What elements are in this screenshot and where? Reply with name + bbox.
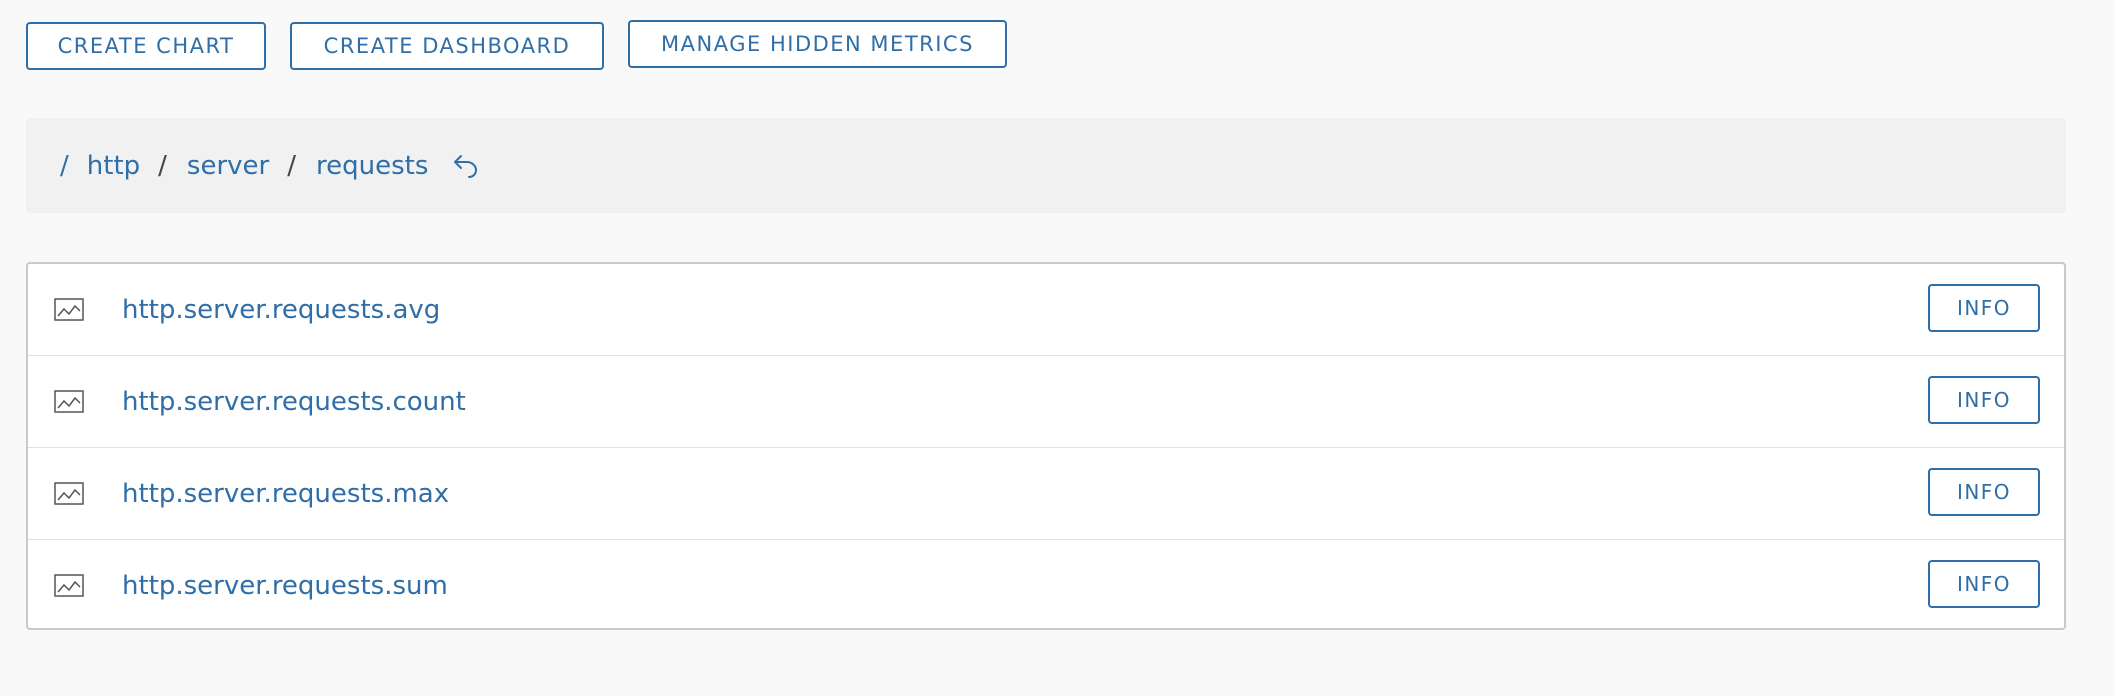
metric-link[interactable]: http.server.requests.sum bbox=[122, 571, 448, 601]
line-chart-icon bbox=[54, 480, 84, 506]
breadcrumb-item-requests[interactable]: requests bbox=[316, 151, 428, 181]
breadcrumb-root[interactable]: / bbox=[60, 151, 69, 181]
manage-hidden-metrics-button[interactable]: MANAGE HIDDEN METRICS bbox=[628, 20, 1007, 68]
create-dashboard-button[interactable]: CREATE DASHBOARD bbox=[290, 22, 604, 70]
info-button[interactable]: INFO bbox=[1928, 560, 2040, 608]
list-item: http.server.requests.count INFO bbox=[28, 356, 2064, 448]
metric-link[interactable]: http.server.requests.avg bbox=[122, 295, 440, 325]
info-button[interactable]: INFO bbox=[1928, 376, 2040, 424]
info-button[interactable]: INFO bbox=[1928, 284, 2040, 332]
undo-arrow-icon[interactable] bbox=[452, 151, 482, 181]
breadcrumb: / http / server / requests bbox=[26, 118, 2066, 213]
toolbar: CREATE CHART CREATE DASHBOARD MANAGE HID… bbox=[26, 20, 1031, 70]
breadcrumb-item-server[interactable]: server bbox=[187, 151, 269, 181]
breadcrumb-item-http[interactable]: http bbox=[87, 151, 140, 181]
list-item: http.server.requests.max INFO bbox=[28, 448, 2064, 540]
line-chart-icon bbox=[54, 296, 84, 322]
line-chart-icon bbox=[54, 388, 84, 414]
list-item: http.server.requests.sum INFO bbox=[28, 540, 2064, 632]
list-item: http.server.requests.avg INFO bbox=[28, 264, 2064, 356]
metrics-list: http.server.requests.avg INFO http.serve… bbox=[26, 262, 2066, 630]
info-button[interactable]: INFO bbox=[1928, 468, 2040, 516]
metric-link[interactable]: http.server.requests.count bbox=[122, 387, 466, 417]
metric-link[interactable]: http.server.requests.max bbox=[122, 479, 449, 509]
line-chart-icon bbox=[54, 572, 84, 598]
create-chart-button[interactable]: CREATE CHART bbox=[26, 22, 266, 70]
breadcrumb-separator: / bbox=[158, 150, 167, 181]
breadcrumb-separator: / bbox=[287, 150, 296, 181]
